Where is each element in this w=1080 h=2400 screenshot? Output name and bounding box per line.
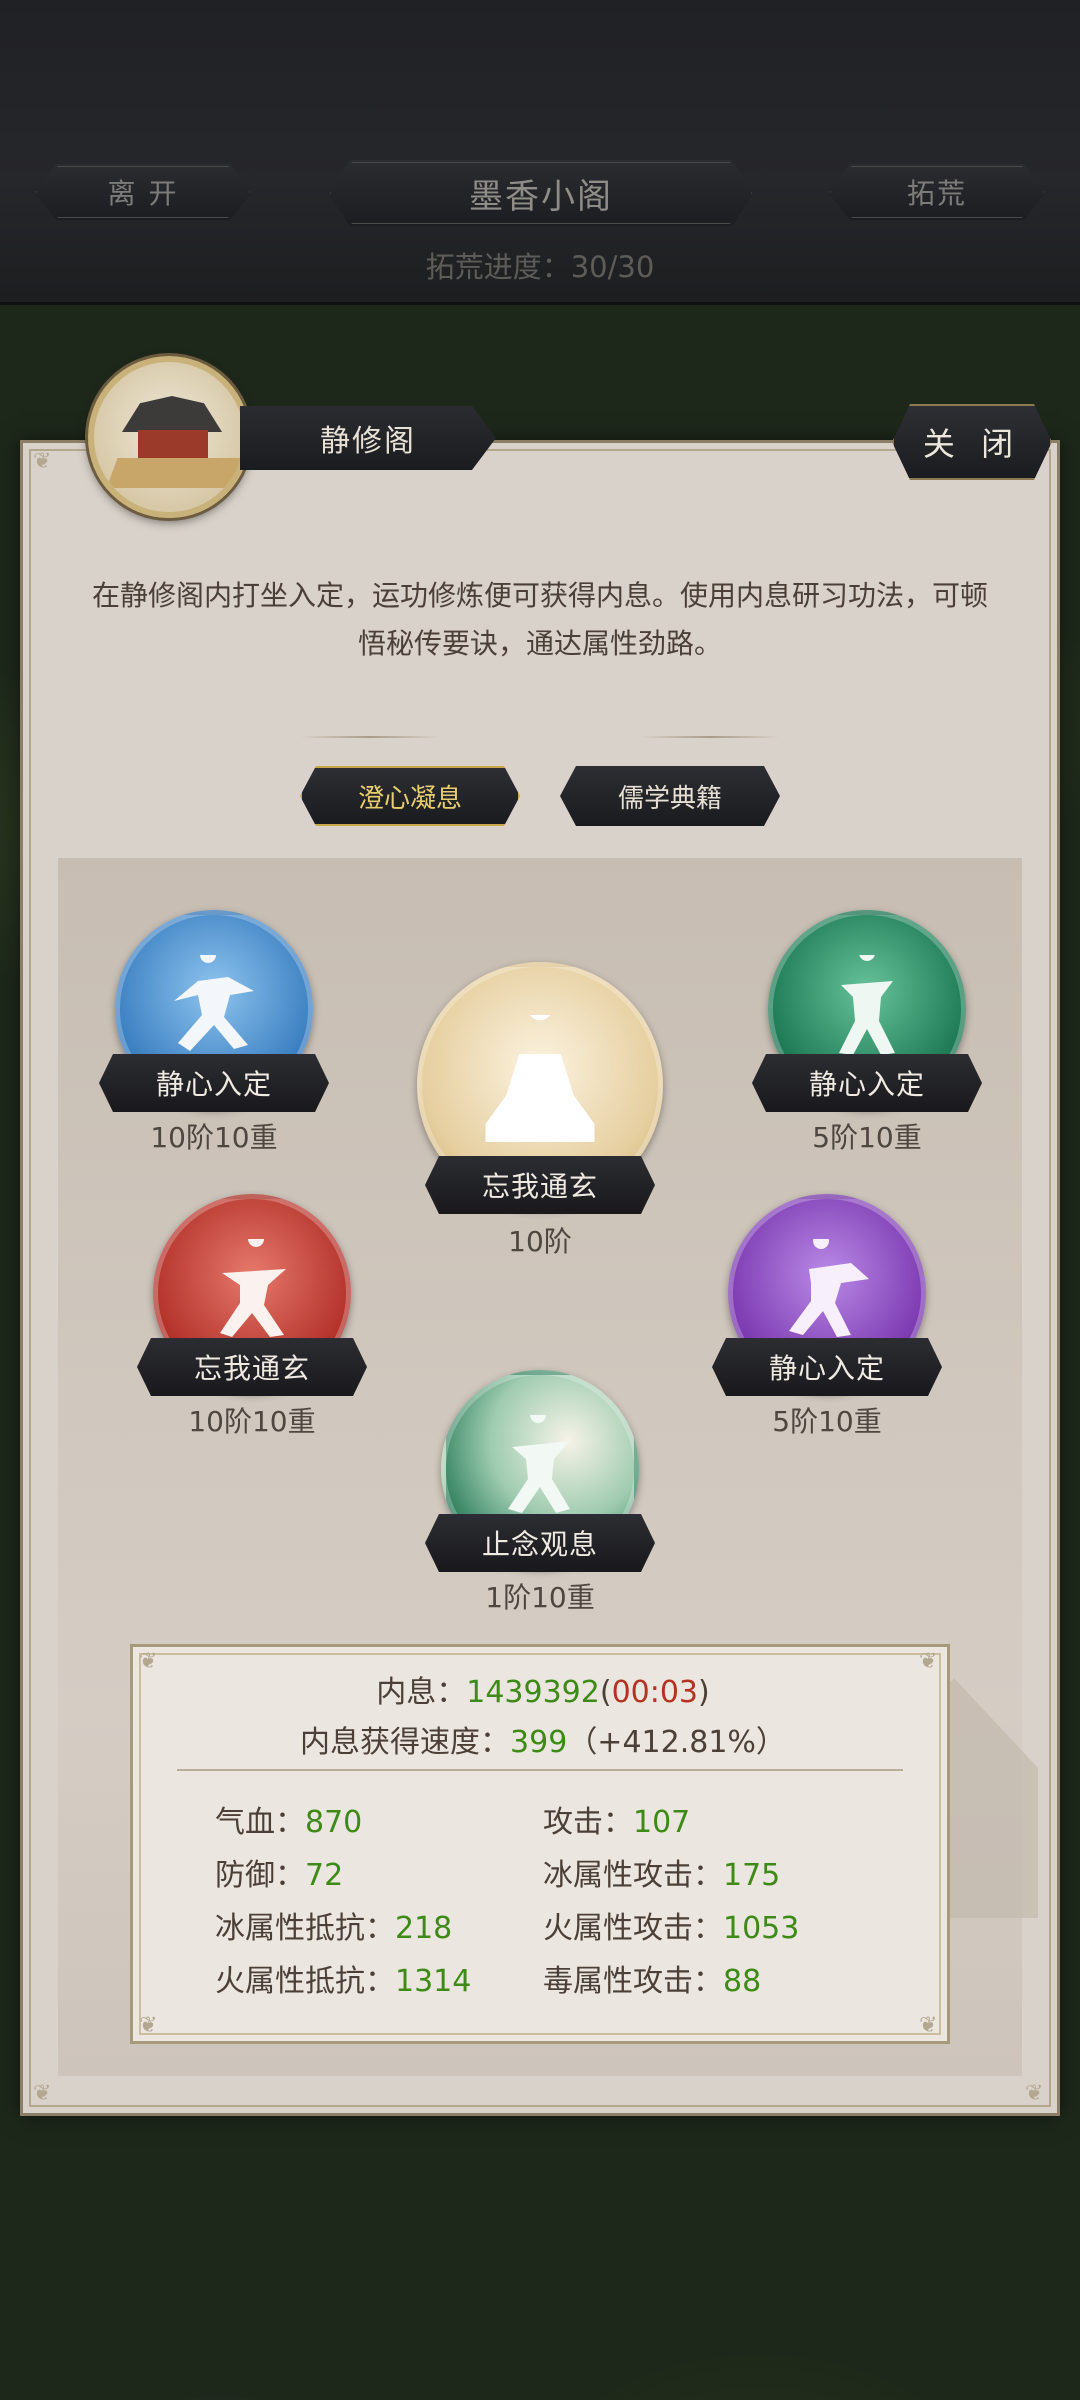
skill-level: 5阶10重 (812, 1121, 922, 1154)
skill-node[interactable]: 静心入定 5阶10重 (752, 910, 982, 1154)
stat-attack: 攻击：107 (543, 1805, 691, 1840)
explore-progress: 拓荒进度：30/30 (425, 250, 655, 284)
skill-level: 1阶10重 (485, 1581, 595, 1614)
skill-label: 忘我通玄 (137, 1338, 367, 1396)
stat-poison-attack: 毒属性攻击：88 (543, 1964, 762, 1999)
corner-ornament: ❦ (1025, 2081, 1044, 2106)
tab-label: 儒学典籍 (617, 783, 722, 814)
top-bar: 离 开 墨香小阁 拓荒 拓荒进度：30/30 (0, 0, 1080, 305)
tab-clear-mind[interactable]: 澄心凝息 (300, 766, 520, 826)
close-button[interactable]: 关 闭 (892, 404, 1052, 480)
explore-button[interactable]: 拓荒 (828, 164, 1046, 220)
corner-ornament: ❦ (139, 2013, 158, 2038)
stat-ice-attack: 冰属性攻击：175 (543, 1858, 781, 1893)
stat-ice-resist: 冰属性抵抗：218 (215, 1911, 453, 1946)
skill-node[interactable]: 止念观息 1阶10重 (425, 1370, 655, 1614)
martial-figure-icon (789, 1239, 869, 1337)
tab-label: 澄心凝息 (357, 783, 462, 814)
leave-label: 离 开 (107, 177, 179, 210)
corner-ornament: ❦ (33, 449, 52, 474)
skill-node[interactable]: 静心入定 10阶10重 (99, 910, 329, 1154)
inner-breath-value: 1439392 (466, 1675, 600, 1710)
skill-level: 10阶10重 (188, 1405, 316, 1438)
skill-node[interactable]: 静心入定 5阶10重 (712, 1194, 942, 1438)
corner-ornament: ❦ (919, 2013, 938, 2038)
martial-figure-icon (174, 955, 254, 1051)
stat-fire-resist: 火属性抵抗：1314 (215, 1964, 472, 1999)
stat-fire-attack: 火属性攻击：1053 (543, 1911, 800, 1946)
panel-title: 静修阁 (240, 406, 496, 470)
inner-breath-timer: 00:03 (611, 1675, 699, 1710)
location-title: 墨香小阁 (328, 160, 754, 226)
gain-speed-label: 内息获得速度： (300, 1725, 511, 1760)
martial-figure-icon (508, 1415, 570, 1513)
skill-node[interactable]: 忘我通玄 10阶10重 (137, 1194, 367, 1438)
skill-label: 静心入定 (99, 1054, 329, 1112)
stat-defense: 防御：72 (215, 1858, 344, 1893)
skill-label: 止念观息 (425, 1514, 655, 1572)
martial-figure-icon (220, 1239, 286, 1337)
stats-divider (177, 1769, 903, 1771)
divider-left (300, 736, 440, 738)
panel-title-text: 静修阁 (320, 424, 416, 459)
explore-label: 拓荒 (906, 177, 967, 210)
building-emblem-icon (88, 356, 250, 518)
leave-button[interactable]: 离 开 (34, 164, 252, 220)
gain-speed-line: 内息获得速度：399（+412.81%） (133, 1717, 953, 1761)
location-title-text: 墨香小阁 (469, 176, 613, 217)
meditation-figure-icon (485, 1015, 595, 1143)
tab-confucian-classics[interactable]: 儒学典籍 (560, 766, 780, 826)
divider-right (640, 736, 780, 738)
timer-close-paren: ) (698, 1675, 710, 1710)
corner-ornament: ❦ (33, 2081, 52, 2106)
skill-node[interactable]: 忘我通玄 10阶 (417, 962, 663, 1262)
skill-level: 5阶10重 (772, 1405, 882, 1438)
gain-speed-value: 399 (510, 1725, 568, 1760)
skill-label: 忘我通玄 (425, 1156, 655, 1214)
martial-figure-icon (839, 955, 895, 1055)
skill-label: 静心入定 (712, 1338, 942, 1396)
stat-hp: 气血：870 (215, 1805, 363, 1840)
skill-level: 10阶10重 (150, 1121, 278, 1154)
panel-description: 在静修阁内打坐入定，运功修炼便可获得内息。使用内息研习功法，可顿悟秘传要诀，通达… (91, 579, 988, 660)
skill-level: 10阶 (508, 1225, 572, 1258)
stats-box: ❦ ❦ ❦ ❦ 内息：1439392(00:03) 内息获得速度：399（+41… (130, 1644, 950, 2044)
close-label: 关 闭 (922, 425, 1022, 463)
inner-breath-line: 内息：1439392(00:03) (133, 1667, 953, 1711)
skill-label: 静心入定 (752, 1054, 982, 1112)
inner-breath-label: 内息： (376, 1675, 467, 1710)
timer-open-paren: ( (599, 1675, 612, 1710)
gain-speed-bonus: （+412.81%） (567, 1725, 786, 1760)
